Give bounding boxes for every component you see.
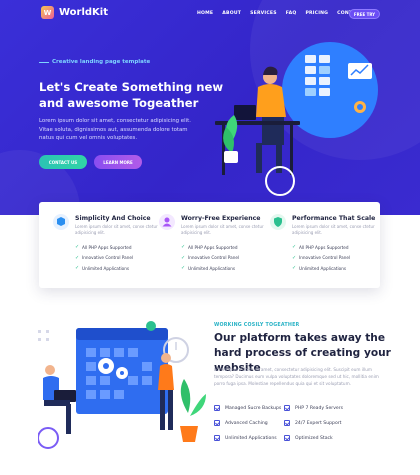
benefit-label: 24/7 Expert Support [295,420,342,426]
person-sitting [38,365,76,449]
benefit-item: Unlimited Applications [214,435,277,441]
list-item-label: Unlimited Applications [188,265,236,271]
feature-title: Simplicity And Choice [75,215,151,222]
benefit-item: Managed Sucre Backups [214,405,281,411]
logo-icon[interactable]: W [41,6,54,19]
benefit-label: Advanced Caching [225,420,268,426]
list-item: ✓ All PHP Apps Supported [292,242,350,253]
feature-text: Lorem ipsum dolor sit amet, conse ctetur… [292,224,375,235]
plant [180,379,206,442]
check-square-icon [214,405,220,411]
hero-text: Lorem ipsum dolor sit amet, consectetur … [39,118,191,142]
laptop [234,105,256,120]
list-item-label: All PHP Apps Supported [299,244,349,250]
check-icon: ✓ [181,244,186,251]
feature-list: ✓ All PHP Apps Supported ✓ Innovative Cont… [75,242,133,274]
check-icon: ✓ [292,265,297,272]
list-item: ✓ Unlimited Applications [181,263,239,274]
benefit-item: Advanced Caching [214,420,268,426]
dollar-icon [146,321,156,331]
eyebrow-line [39,62,49,63]
check-square-icon [284,435,290,441]
list-item: ✓ Innovative Control Panel [292,253,350,264]
list-item-label: Innovative Control Panel [188,255,240,261]
contact-us-button[interactable]: CONTACT US [39,155,87,169]
brand-name[interactable]: WorldKit [59,7,108,18]
nav-pricing[interactable]: PRICING [305,11,328,16]
feature-title: Performance That Scale [292,215,376,222]
list-item: ✓ All PHP Apps Supported [75,242,133,253]
list-item: ✓ Innovative Control Panel [181,253,239,264]
list-item-label: All PHP Apps Supported [82,244,132,250]
feature-text: Lorem ipsum dolor sit amet, conse ctetur… [75,224,158,235]
check-icon: ✓ [75,265,80,272]
check-square-icon [214,435,220,441]
check-square-icon [214,420,220,426]
navbar: W WorldKit HOME ABOUT SERVICES FAQ PRICI… [0,6,420,22]
check-square-icon [284,405,290,411]
check-icon: ✓ [292,254,297,261]
nav-faq[interactable]: FAQ [286,11,297,16]
user-icon [159,214,175,230]
list-item-label: Innovative Control Panel [82,255,134,261]
list-item-label: Unlimited Applications [299,265,347,271]
nav-home[interactable]: HOME [197,11,213,16]
check-icon: ✓ [292,244,297,251]
list-item: ✓ Unlimited Applications [292,263,350,274]
check-icon: ✓ [181,254,186,261]
feature-list: ✓ All PHP Apps Supported ✓ Innovative Cont… [292,242,350,274]
nav-services[interactable]: SERVICES [250,11,277,16]
benefit-item: PHP 7 Ready Servers [284,405,343,411]
nav-about[interactable]: ABOUT [222,11,241,16]
benefit-item: 24/7 Expert Support [284,420,341,426]
list-item-label: All PHP Apps Supported [188,244,238,250]
list-item: ✓ Innovative Control Panel [75,253,133,264]
benefit-label: Managed Sucre Backups [225,405,282,411]
hero-section: W WorldKit HOME ABOUT SERVICES FAQ PRICI… [0,0,420,215]
benefit-label: PHP 7 Ready Servers [295,405,344,411]
main-menu: HOME ABOUT SERVICES FAQ PRICING CONTACT [197,11,363,16]
list-item: ✓ Unlimited Applications [75,263,133,274]
features-card: Simplicity And Choice Lorem ipsum dolor … [39,202,380,288]
free-try-button[interactable]: FREE TRY [349,9,380,19]
feature-title: Worry-Free Experience [181,215,261,222]
check-icon: ✓ [181,265,186,272]
list-item-label: Unlimited Applications [82,265,130,271]
learn-more-button[interactable]: LEARN MORE [94,155,142,169]
feature-list: ✓ All PHP Apps Supported ✓ Innovative Cont… [181,242,239,274]
teamwork-illustration [38,321,206,449]
list-item-label: Innovative Control Panel [299,255,351,261]
benefit-item: Optimized Stack [284,435,333,441]
check-square-icon [284,420,290,426]
hero-eyebrow: Creative landing page template [52,59,151,65]
benefit-label: Unlimited Applications [225,435,277,441]
shield-icon [270,214,286,230]
check-icon: ✓ [75,244,80,251]
cube-icon [53,214,69,230]
check-icon: ✓ [75,254,80,261]
list-item: ✓ All PHP Apps Supported [181,242,239,253]
section-eyebrow: WORKING COSILY TOGEATHER [214,323,300,328]
section-text: Lorem ipsum dolor sit amet, consectetur … [214,367,379,386]
benefit-label: Optimized Stack [295,435,333,441]
hero-illustration [215,42,378,196]
feature-text: Lorem ipsum dolor sit amet, conse ctetur… [181,224,264,235]
